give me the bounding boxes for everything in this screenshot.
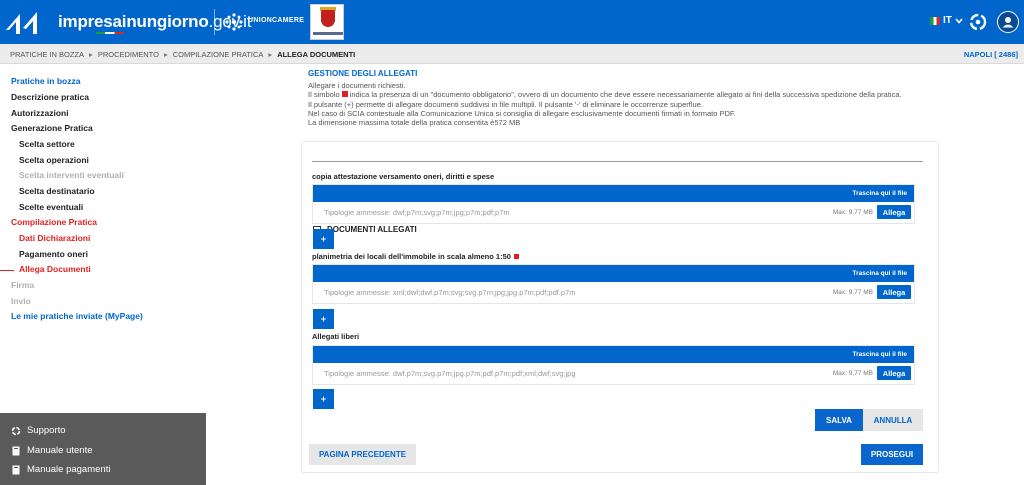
drop-label: Trascina qui il file <box>852 270 907 277</box>
chevron-down-icon <box>955 17 963 24</box>
intro-line: Il simbolo indica la presenza di un "docu… <box>308 90 926 99</box>
language-code: IT <box>943 15 952 26</box>
support-icon[interactable] <box>967 11 989 33</box>
active-indicator <box>0 270 14 271</box>
user-icon[interactable] <box>997 11 1019 33</box>
allowed-types: Tipologie ammesse: xml;dwf;dwf.p7m;svg;s… <box>324 288 576 297</box>
intro-text: Allegare i documenti richiesti. Il simbo… <box>308 81 926 127</box>
breadcrumb-item[interactable]: PRATICHE IN BOZZA <box>10 50 84 59</box>
support-link[interactable]: Supporto <box>11 425 66 436</box>
support-icon <box>11 426 21 435</box>
intro-text-a: Il simbolo <box>308 90 340 100</box>
user-manual-link[interactable]: Manuale utente <box>11 445 93 456</box>
allowed-types: Tipologie ammesse: dwf.p7m;svg.p7m;jpg.p… <box>324 369 576 378</box>
book-icon <box>12 446 20 455</box>
attachment-group-label: copia attestazione versamento oneri, dir… <box>312 172 494 181</box>
intro-line: La dimensione massima totale della prati… <box>308 118 521 128</box>
file-dropzone[interactable]: Trascina qui il file Tipologie ammesse: … <box>312 345 915 385</box>
dropzone-header[interactable]: Trascina qui il file <box>313 185 914 202</box>
sidebar-footer: Supporto Manuale utente Manuale pagament… <box>0 413 206 485</box>
sidebar-item-invio: Invio <box>11 296 31 306</box>
sidebar-item-generazione-pratica[interactable]: Generazione Pratica <box>11 123 93 133</box>
brand-title[interactable]: impresainungiorno.gov.it <box>58 12 251 32</box>
sidebar-item-allega-documenti[interactable]: Allega Documenti <box>19 264 91 274</box>
attachment-group-label: Allegati liberi <box>312 332 359 341</box>
divider <box>214 9 215 35</box>
documents-header-label: DOCUMENTI ALLEGATI <box>327 225 417 234</box>
sidebar-item-autorizzazioni[interactable]: Autorizzazioni <box>11 108 69 118</box>
top-bar: impresainungiorno.gov.it UNIONCAMERE IT <box>0 0 1024 44</box>
sidebar-item-dati-dichiarazioni[interactable]: Dati Dichiarazioni <box>19 233 90 243</box>
sidebar-item-scelta-interventi: Scelta interventi eventuali <box>19 170 124 180</box>
breadcrumb-separator: ▸ <box>163 50 168 59</box>
max-size: Max: 9,77 MB <box>832 209 873 216</box>
app-logo-icon[interactable] <box>0 0 44 44</box>
drop-label: Trascina qui il file <box>852 190 907 197</box>
add-file-button[interactable]: + <box>313 389 334 409</box>
flag-underline <box>96 32 124 34</box>
file-dropzone[interactable]: Trascina qui il file Tipologie ammesse: … <box>312 264 915 304</box>
intro-line: Allegare i documenti richiesti. <box>308 81 406 90</box>
add-file-button[interactable]: + <box>313 309 334 329</box>
user-manual-label: Manuale utente <box>27 445 93 456</box>
sidebar-item-pratiche-in-bozza[interactable]: Pratiche in bozza <box>11 76 80 86</box>
brand-bold: impresainungiorno <box>58 12 209 31</box>
breadcrumb-separator: ▸ <box>268 50 273 59</box>
breadcrumb-current: ALLEGA DOCUMENTI <box>277 50 356 59</box>
required-marker-icon <box>341 91 348 98</box>
italian-flag-icon <box>930 16 940 25</box>
sidebar-item-scelta-settore[interactable]: Scelta settore <box>19 139 75 149</box>
add-file-button[interactable]: + <box>313 229 334 249</box>
intro-line: Il pulsante (+) permette di allegare doc… <box>308 99 703 109</box>
sidebar-item-compilazione-pratica[interactable]: Compilazione Pratica <box>11 217 97 227</box>
next-button[interactable]: PROSEGUI <box>861 444 923 465</box>
upload-button[interactable]: Allega <box>877 285 911 299</box>
language-selector[interactable]: IT <box>930 15 963 26</box>
sidebar-item-scelte-eventuali[interactable]: Scelte eventuali <box>19 202 83 212</box>
dropzone-header[interactable]: Trascina qui il file <box>313 346 914 363</box>
section-title: GESTIONE DEGLI ALLEGATI <box>308 69 418 78</box>
upload-button[interactable]: Allega <box>877 205 911 219</box>
sidebar-item-scelta-destinatario[interactable]: Scelta destinatario <box>19 186 95 196</box>
main-content: GESTIONE DEGLI ALLEGATI Allegare i docum… <box>206 64 1024 485</box>
required-marker-icon <box>513 254 519 259</box>
divider <box>312 161 923 162</box>
book-icon <box>12 465 20 474</box>
allowed-types: Tipologie ammesse: dwf;p7m;svg;p7m;jpg;p… <box>324 208 510 217</box>
payments-manual-label: Manuale pagamenti <box>27 464 111 475</box>
unioncamere-label: UNIONCAMERE <box>248 17 305 24</box>
max-size: Max: 9,77 MB <box>832 289 873 296</box>
breadcrumb: PRATICHE IN BOZZA ▸ PROCEDIMENTO ▸ COMPI… <box>10 50 355 59</box>
sidebar-item-scelta-operazioni[interactable]: Scelta operazioni <box>19 155 89 165</box>
intro-line: Nel caso di SCIA contestuale alla Comuni… <box>308 108 736 118</box>
location-label[interactable]: NAPOLI [ 2486] <box>964 50 1018 59</box>
file-dropzone[interactable]: Trascina qui il file Tipologie ammesse: … <box>312 184 915 224</box>
group-label-text: planimetria dei locali dell'immobile in … <box>312 252 511 261</box>
intro-text-b: indica la presenza di un "documento obbl… <box>349 90 902 100</box>
sidebar-item-mypage[interactable]: Le mie pratiche inviate (MyPage) <box>11 311 143 321</box>
sidebar-item-descrizione-pratica[interactable]: Descrizione pratica <box>11 92 89 102</box>
payments-manual-link[interactable]: Manuale pagamenti <box>11 464 110 475</box>
upload-button[interactable]: Allega <box>877 366 911 380</box>
coat-of-arms-logo <box>310 4 344 40</box>
sidebar: Pratiche in bozza Descrizione pratica Au… <box>0 64 206 413</box>
group-label-text: Allegati liberi <box>312 332 360 341</box>
breadcrumb-separator: ▸ <box>89 50 93 59</box>
drop-label: Trascina qui il file <box>852 351 907 358</box>
max-size: Max: 9,77 MB <box>832 370 873 377</box>
breadcrumb-bar: PRATICHE IN BOZZA ▸ PROCEDIMENTO ▸ COMPI… <box>0 44 1024 64</box>
cancel-button[interactable]: ANNULLA <box>863 409 923 431</box>
save-button[interactable]: SALVA <box>815 409 863 431</box>
attachment-group-label: planimetria dei locali dell'immobile in … <box>312 252 519 261</box>
breadcrumb-item[interactable]: PROCEDIMENTO <box>98 50 159 59</box>
unioncamere-icon <box>225 13 243 31</box>
dropzone-header[interactable]: Trascina qui il file <box>313 265 914 282</box>
group-label-text: copia attestazione versamento oneri, dir… <box>312 172 495 181</box>
breadcrumb-item[interactable]: COMPILAZIONE PRATICA <box>173 50 264 59</box>
support-label: Supporto <box>27 425 66 436</box>
previous-page-button[interactable]: PAGINA PRECEDENTE <box>309 444 416 465</box>
sidebar-item-firma: Firma <box>11 280 35 290</box>
sidebar-item-pagamento-oneri[interactable]: Pagamento oneri <box>19 249 88 259</box>
